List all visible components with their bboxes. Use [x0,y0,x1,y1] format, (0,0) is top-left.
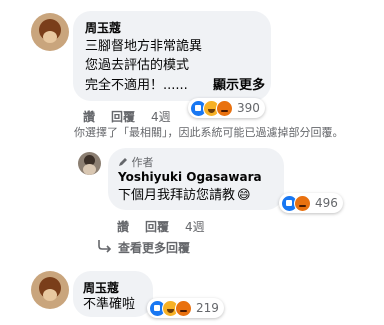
like-action[interactable]: 讚 [83,108,95,125]
angry-reaction-icon [294,194,311,212]
comment-text: 不準確啦 [83,297,136,312]
view-more-replies-link[interactable]: 查看更多回覆 [118,239,190,256]
reply-arrow-icon [98,240,112,253]
comment-bubble: 周玉蔻 不準確啦 [73,271,153,317]
comment-line: 您過去評估的模式 [85,58,190,73]
angry-reaction-icon [216,99,233,117]
comment-line: 三腳督地方非常詭異 [85,39,203,54]
comment-author[interactable]: 周玉蔻 [85,19,121,36]
comment-time[interactable]: 4週 [151,108,171,125]
reply-time[interactable]: 4週 [185,218,205,235]
avatar[interactable] [31,271,69,309]
reply-action[interactable]: 回覆 [111,108,135,125]
reaction-count: 496 [315,196,338,210]
grin-emoji: 😄 [237,188,251,203]
reply-author[interactable]: Yoshiyuki Ogasawara [118,170,262,184]
comment-bubble: 周玉蔻 三腳督地方非常詭異 您過去評估的模式 完全不適用！...... 顯示更多 [73,11,271,101]
avatar[interactable] [31,13,69,51]
reply-action[interactable]: 回覆 [145,218,169,235]
reaction-summary[interactable]: 390 [188,98,265,118]
reaction-summary[interactable]: 496 [279,193,343,213]
angry-reaction-icon [175,299,192,317]
like-action[interactable]: 讚 [117,218,129,235]
reply-text: 下個月我拜訪您請教 😄 [118,188,251,203]
comment-line: 完全不適用！...... [85,78,188,93]
author-badge: 作者 [118,154,154,170]
reaction-summary[interactable]: 219 [147,298,224,318]
author-badge-label: 作者 [131,156,154,169]
pen-icon [119,158,127,166]
reaction-count: 390 [237,101,260,115]
reply-bubble: 作者 Yoshiyuki Ogasawara 下個月我拜訪您請教 😄 [108,148,284,210]
comment-author[interactable]: 周玉蔻 [83,279,119,296]
avatar[interactable] [78,152,101,175]
reaction-count: 219 [196,301,219,315]
filter-notice: 你選擇了「最相關」，因此系統可能已過濾掉部分回覆。 [74,126,344,139]
see-more-link[interactable]: 顯示更多 [213,76,265,95]
